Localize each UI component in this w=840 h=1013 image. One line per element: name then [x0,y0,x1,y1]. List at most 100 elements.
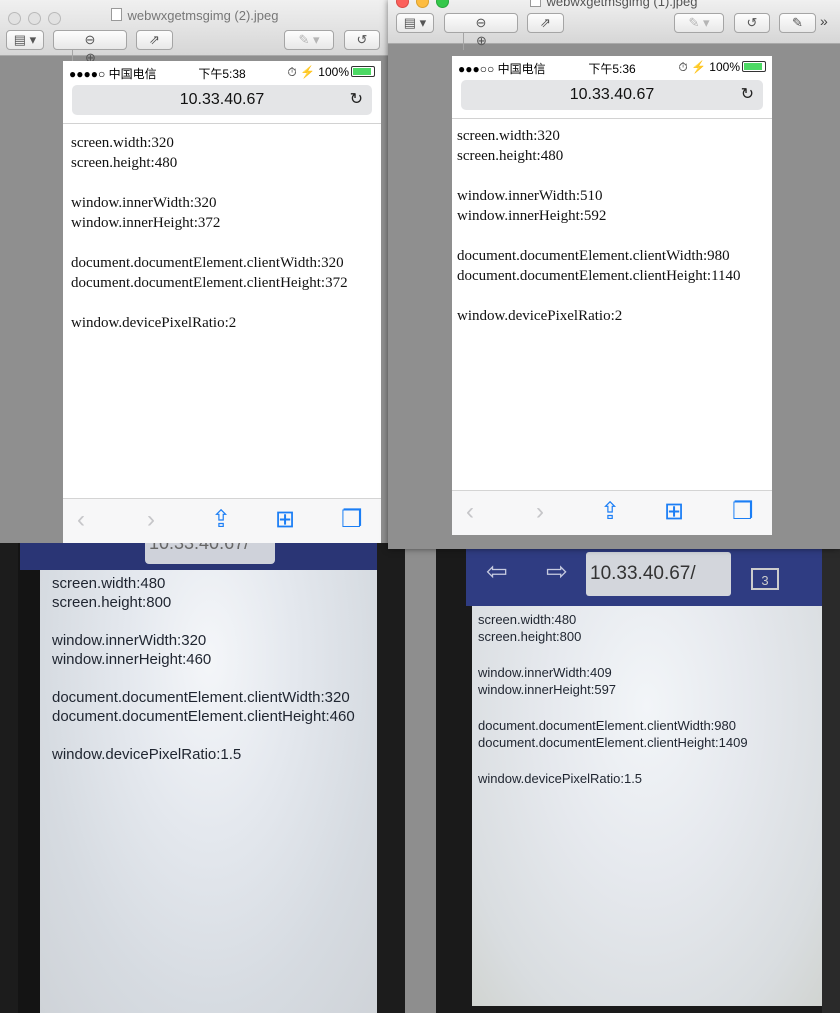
page-content: screen.width:320 screen.height:480 windo… [71,133,348,333]
markup-pen-icon: ✎ ▾ [688,15,710,30]
back-icon[interactable]: ‹ [77,507,85,533]
page-content: screen.width:320 screen.height:480 windo… [457,126,741,326]
photo-left-edge-right [377,530,405,1013]
share-button[interactable]: ⇗ [136,30,173,50]
sidebar-toggle-icon: ▤ ▾ [13,32,37,47]
status-bar: ●●●●○ 中国电信 下午5:38 ⏱ ⚡ 100% [63,61,381,81]
zoom-out-icon[interactable]: ⊖ [463,14,499,32]
rotate-icon: ↺ [356,32,368,47]
share-button[interactable]: ⇗ [527,13,564,33]
forward-icon[interactable]: › [536,499,544,525]
battery-percent: 100% [709,60,740,74]
reload-icon[interactable]: ↻ [350,85,363,115]
markup-button[interactable]: ✎ ▾ [674,13,724,33]
back-icon[interactable]: ‹ [466,499,474,525]
preview-window-left: webwxgetmsgimg (2).jpeg ▤ ▾ ⊖⊕ ⇗ ✎ ▾ ↺ ●… [0,0,390,543]
text-line: window.innerHeight:460 [52,651,212,668]
text-line: screen.height:800 [478,629,582,644]
markup-button[interactable]: ✎ ▾ [284,30,334,50]
text-line: window.innerWidth:320 [52,632,207,649]
forward-icon[interactable]: › [147,507,155,533]
edit-icon: ✎ [792,15,803,30]
iphone-screen-right: ●●●○○ 中国电信 下午5:36 ⏱ ⚡ 100% 10.33.40.67 ↻ … [452,56,772,535]
text-line: window.devicePixelRatio:1.5 [478,771,643,786]
url-text: 10.33.40.67 [569,86,655,103]
safari-toolbar: ‹ › ⇪ ⊞ ❐ [452,490,772,535]
zoom-control[interactable]: ⊖⊕ [53,30,127,67]
zoom-out-icon[interactable]: ⊖ [72,31,108,49]
text-line: screen.width:320 [71,135,174,151]
text-line: document.documentElement.clientHeight:11… [457,268,741,284]
share-icon[interactable]: ⇪ [600,499,620,525]
status-bar: ●●●○○ 中国电信 下午5:36 ⏱ ⚡ 100% [452,56,772,76]
sidebar-toggle-button[interactable]: ▤ ▾ [6,30,44,50]
title-bar: webwxgetmsgimg (1).jpeg ▤ ▾ ⊖⊕ ⇗ ✎ ▾ ↺ ✎… [388,0,840,50]
photo-right-tab-count: 3 [751,568,779,590]
overflow-chevron-icon[interactable]: » [820,13,828,29]
battery-icon [742,61,766,72]
window-title: webwxgetmsgimg (2).jpeg [0,8,390,23]
text-line: document.documentElement.clientHeight:14… [478,735,748,750]
photo-right-edge [822,530,840,1013]
text-line: screen.width:480 [52,575,166,592]
battery-status: ⏱ ⚡ 100% [287,65,375,80]
url-text: 10.33.40.67 [179,91,265,108]
safari-toolbar: ‹ › ⇪ ⊞ ❐ [63,498,381,543]
text-line: document.documentElement.clientWidth:320 [71,255,344,271]
zoom-in-icon[interactable]: ⊕ [462,32,500,50]
rotate-button[interactable]: ↺ [344,30,380,50]
bookmarks-icon[interactable]: ⊞ [664,499,684,525]
text-line: window.innerHeight:372 [71,215,221,231]
edit-button[interactable]: ✎ [779,13,816,33]
tabs-icon[interactable]: ❐ [341,507,363,533]
markup-pen-icon: ✎ ▾ [298,32,320,47]
battery-status: ⏱ ⚡ 100% [678,60,766,75]
text-line: window.innerWidth:510 [457,188,603,204]
photo-left-edge [0,530,18,1013]
text-line: screen.width:480 [478,612,577,627]
text-line: document.documentElement.clientHeight:37… [71,275,348,291]
sidebar-toggle-icon: ▤ ▾ [403,15,427,30]
preview-window-right: webwxgetmsgimg (1).jpeg ▤ ▾ ⊖⊕ ⇗ ✎ ▾ ↺ ✎… [388,0,840,549]
url-bar[interactable]: 10.33.40.67 ↻ [461,80,763,110]
header-divider [63,123,381,124]
bookmarks-icon[interactable]: ⊞ [275,507,295,533]
window-title: webwxgetmsgimg (1).jpeg [388,0,840,9]
text-line: window.innerWidth:409 [478,665,612,680]
document-icon [530,0,542,7]
photo-right: ⇦ ⇨ 10.33.40.67/ 3 screen.width:480 scre… [436,530,840,1013]
share-icon[interactable]: ⇪ [211,507,231,533]
title-bar: webwxgetmsgimg (2).jpeg ▤ ▾ ⊖⊕ ⇗ ✎ ▾ ↺ [0,0,390,67]
url-bar[interactable]: 10.33.40.67 ↻ [72,85,372,115]
text-line: window.devicePixelRatio:1.5 [52,746,242,763]
text-line: screen.height:480 [71,155,178,171]
rotate-button[interactable]: ↺ [734,13,770,33]
text-line: window.innerHeight:597 [478,682,617,697]
tabs-icon[interactable]: ❐ [732,499,754,525]
text-line: window.devicePixelRatio:2 [71,315,237,331]
text-line: document.documentElement.clientWidth:980 [457,248,730,264]
text-line: screen.width:320 [457,128,560,144]
zoom-control[interactable]: ⊖⊕ [444,13,518,50]
text-line: window.innerWidth:320 [71,195,217,211]
header-divider [452,118,772,119]
photo-left-text: screen.width:480 screen.height:800 windo… [52,575,355,765]
window-title-text: webwxgetmsgimg (1).jpeg [546,0,698,9]
sidebar-toggle-button[interactable]: ▤ ▾ [396,13,434,33]
battery-icon [351,66,375,77]
reload-icon[interactable]: ↻ [741,80,754,110]
document-icon [111,8,123,21]
battery-percent: 100% [318,65,349,79]
